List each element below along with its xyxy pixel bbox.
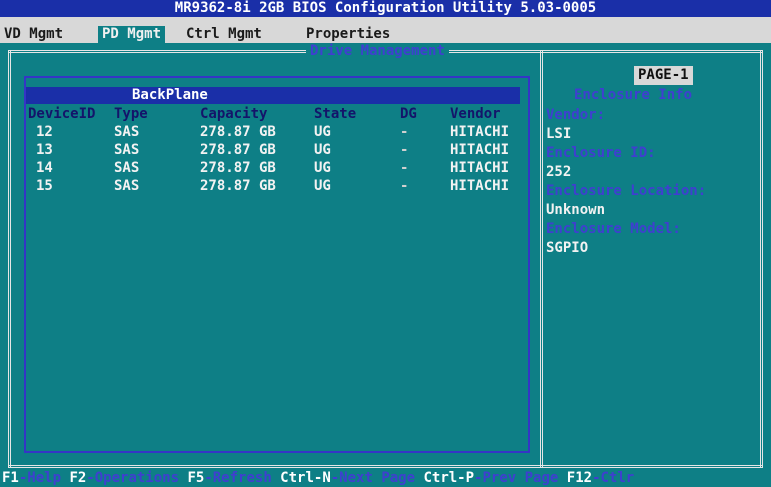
cell-state: UG (314, 160, 331, 176)
page-indicator: PAGE-1 (634, 66, 693, 85)
tab-pd-mgmt[interactable]: PD Mgmt (98, 26, 166, 43)
enclosure-id-label: Enclosure ID: (546, 145, 656, 161)
title-bar: MR9362-8i 2GB BIOS Configuration Utility… (0, 0, 771, 17)
f2-desc: -Operations (86, 470, 188, 486)
f5-desc: -Refresh (204, 470, 281, 486)
cell-state: UG (314, 142, 331, 158)
tab-ctrl-mgmt[interactable]: Ctrl Mgmt (186, 26, 262, 43)
enclosure-model-label: Enclosure Model: (546, 221, 681, 237)
cell-capacity: 278.87 GB (200, 160, 276, 176)
ctrl-p-key[interactable]: Ctrl-P (423, 470, 474, 486)
tab-vd-mgmt[interactable]: VD Mgmt (4, 26, 63, 43)
column-header-vendor: Vendor (450, 106, 501, 122)
f2-key[interactable]: F2 (69, 470, 86, 486)
cell-deviceid: 13 (36, 142, 53, 158)
cell-state: UG (314, 124, 331, 140)
cell-vendor: HITACHI (450, 178, 510, 194)
frame-left-border (8, 50, 11, 468)
cell-vendor: HITACHI (450, 160, 510, 176)
cell-dg: - (400, 142, 409, 158)
tab-properties[interactable]: Properties (306, 26, 390, 43)
enclosure-location-label: Enclosure Location: (546, 183, 707, 199)
vendor-value: LSI (546, 126, 572, 142)
ctrl-n-desc: -Next Page (330, 470, 424, 486)
enclosure-location-value: Unknown (546, 202, 606, 218)
f12-key[interactable]: F12 (567, 470, 592, 486)
cell-dg: - (400, 160, 409, 176)
status-bar: F1-Help F2-Operations F5-Refresh Ctrl-N-… (0, 470, 771, 487)
cell-deviceid: 15 (36, 178, 53, 194)
column-header-capacity: Capacity (200, 106, 268, 122)
menu-bar: VD Mgmt PD Mgmt Ctrl Mgmt Properties (0, 17, 771, 43)
frame-divider (540, 50, 543, 468)
cell-type: SAS (114, 160, 140, 176)
cell-type: SAS (114, 178, 140, 194)
cell-type: SAS (114, 124, 140, 140)
f12-desc: -Ctlr (592, 470, 635, 486)
column-header-deviceid: DeviceID (28, 106, 96, 122)
f5-key[interactable]: F5 (187, 470, 204, 486)
column-header-type: Type (114, 106, 148, 122)
cell-capacity: 278.87 GB (200, 124, 276, 140)
backplane-header[interactable]: BackPlane (26, 87, 520, 104)
column-header-dg: DG (400, 106, 417, 122)
enclosure-info-heading: Enclosure Info (574, 87, 693, 103)
cell-capacity: 278.87 GB (200, 142, 276, 158)
ctrl-p-desc: -Prev Page (474, 470, 567, 486)
cell-dg: - (400, 124, 409, 140)
enclosure-model-value: SGPIO (546, 240, 589, 256)
vendor-label: Vendor: (546, 107, 606, 123)
cell-vendor: HITACHI (450, 142, 510, 158)
cell-state: UG (314, 178, 331, 194)
cell-capacity: 278.87 GB (200, 178, 276, 194)
ctrl-n-key[interactable]: Ctrl-N (280, 470, 331, 486)
panel-caption: Drive Management (306, 43, 449, 59)
cell-vendor: HITACHI (450, 124, 510, 140)
cell-type: SAS (114, 142, 140, 158)
column-header-state: State (314, 106, 357, 122)
enclosure-id-value: 252 (546, 164, 572, 180)
backplane-label: BackPlane (132, 87, 208, 103)
cell-deviceid: 12 (36, 124, 53, 140)
frame-right-border (760, 50, 763, 468)
f1-key[interactable]: F1 (2, 470, 19, 486)
cell-dg: - (400, 178, 409, 194)
frame-bottom-border (8, 465, 763, 468)
f1-desc: -Help (18, 470, 70, 486)
cell-deviceid: 14 (36, 160, 53, 176)
